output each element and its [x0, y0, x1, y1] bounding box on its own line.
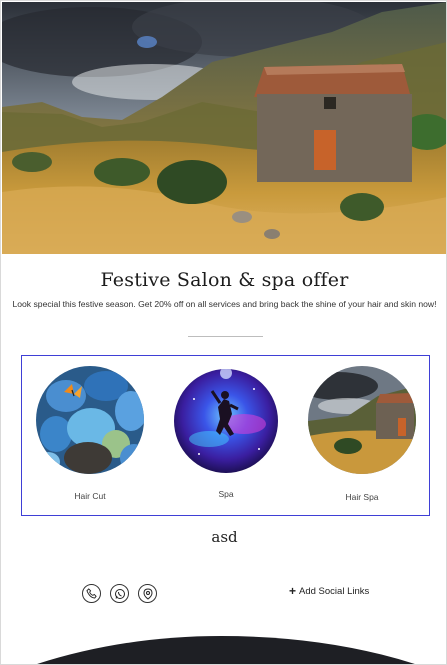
add-social-links-label: Add Social Links — [299, 586, 370, 597]
service-label: Hair Spa — [345, 492, 379, 502]
service-label: Hair Cut — [74, 491, 106, 501]
services-list: Hair Cut Spa Hair Spa — [21, 355, 430, 516]
offer-title: Festive Salon & spa offer — [100, 269, 349, 291]
service-label: Spa — [218, 489, 234, 499]
phone-icon[interactable] — [82, 584, 101, 603]
divider — [188, 336, 263, 337]
offer-card: Festive Salon & spa offer Look special t… — [0, 0, 447, 665]
bottom-wave-decoration — [37, 636, 415, 664]
footer-text: asd — [211, 528, 238, 546]
service-item-hair-cut[interactable]: Hair Cut — [22, 356, 158, 515]
hero-image — [2, 2, 446, 254]
hair-spa-image — [308, 366, 416, 474]
offer-description: Look special this festive season. Get 20… — [12, 299, 437, 309]
service-item-hair-spa[interactable]: Hair Spa — [294, 356, 430, 515]
whatsapp-icon[interactable] — [110, 584, 129, 603]
spa-image — [174, 369, 278, 473]
hair-cut-image — [36, 366, 144, 474]
add-social-links-button[interactable]: + Add Social Links — [289, 584, 370, 598]
service-item-spa[interactable]: Spa — [158, 356, 294, 515]
plus-icon: + — [289, 584, 297, 598]
location-pin-icon[interactable] — [138, 584, 157, 603]
